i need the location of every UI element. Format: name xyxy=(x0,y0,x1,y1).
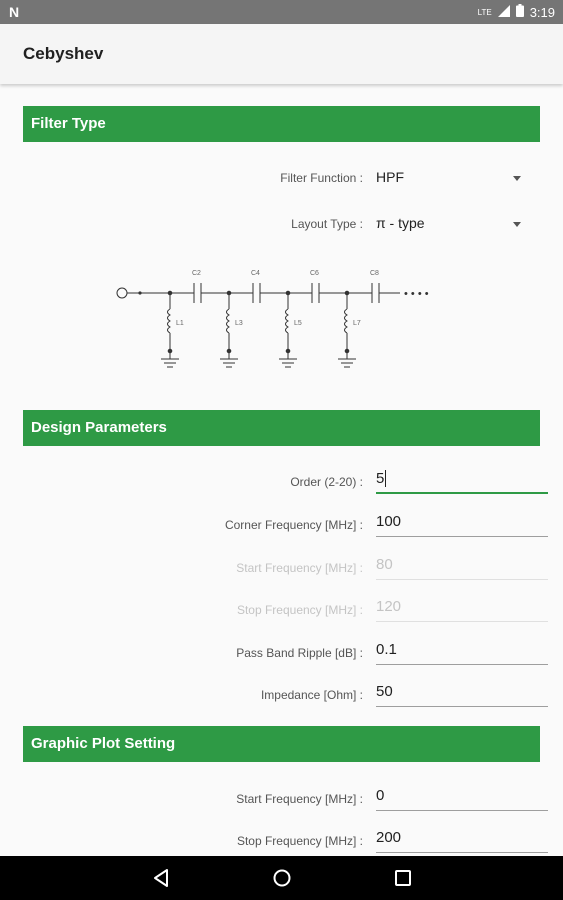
home-icon[interactable] xyxy=(272,868,292,893)
start-frequency-input: 80 xyxy=(376,554,548,580)
start-frequency-value: 80 xyxy=(376,556,393,573)
graphic-plot-header: Graphic Plot Setting xyxy=(23,726,540,762)
start-frequency-label: Start Frequency [MHz] : xyxy=(236,561,363,575)
plot-stop-frequency-input[interactable]: 200 xyxy=(376,827,548,853)
battery-icon xyxy=(515,4,524,20)
navigation-bar xyxy=(0,856,563,900)
filter-function-label: Filter Function : xyxy=(280,171,363,185)
layout-type-label: Layout Type : xyxy=(291,217,363,231)
chevron-down-icon xyxy=(513,176,521,181)
inductor-label: L7 xyxy=(353,320,361,327)
impedance-input[interactable]: 50 xyxy=(376,681,548,707)
impedance-label: Impedance [Ohm] : xyxy=(260,688,363,702)
status-bar: N LTE 3:19 xyxy=(0,0,563,24)
cap-label: C6 xyxy=(310,270,319,277)
plot-stop-frequency-value: 200 xyxy=(376,829,402,846)
plot-start-frequency-input[interactable]: 0 xyxy=(376,785,548,811)
pass-band-ripple-label: Pass Band Ripple [dB] : xyxy=(236,646,363,660)
order-input[interactable]: 5 xyxy=(376,468,548,494)
impedance-value: 50 xyxy=(376,683,393,700)
filter-function-value: HPF xyxy=(376,169,404,185)
clock: 3:19 xyxy=(529,4,555,20)
plot-start-frequency-label: Start Frequency [MHz] : xyxy=(236,792,363,806)
diagram-ellipsis: • • • • xyxy=(404,288,429,300)
text-cursor xyxy=(385,470,386,487)
circuit-diagram: C2 C4 C6 C8 L1 L3 L5 L7 • • • • xyxy=(116,270,429,368)
chevron-down-icon xyxy=(513,222,521,227)
pass-band-ripple-value: 0.1 xyxy=(376,641,397,658)
filter-function-dropdown[interactable]: HPF xyxy=(370,162,530,192)
pass-band-ripple-input[interactable]: 0.1 xyxy=(376,639,548,665)
notification-n-icon: N xyxy=(9,4,20,20)
inductor-label: L5 xyxy=(294,320,302,327)
inductor-label: L1 xyxy=(176,320,184,327)
signal-icon xyxy=(497,4,510,20)
plot-stop-frequency-label: Stop Frequency [MHz] : xyxy=(236,834,363,848)
main-content[interactable]: Filter Type Filter Function : HPF Layout… xyxy=(0,84,563,856)
stop-frequency-value: 120 xyxy=(376,598,402,615)
cap-label: C2 xyxy=(192,270,201,277)
design-parameters-header: Design Parameters xyxy=(23,410,540,446)
layout-type-dropdown[interactable]: π - type xyxy=(370,208,530,238)
back-icon[interactable] xyxy=(152,868,172,893)
layout-type-value: π - type xyxy=(376,215,425,231)
cap-label: C4 xyxy=(251,270,260,277)
app-bar: Cebyshev xyxy=(0,24,563,84)
recents-icon[interactable] xyxy=(393,868,413,893)
corner-frequency-label: Corner Frequency [MHz] : xyxy=(224,518,363,532)
app-title: Cebyshev xyxy=(23,44,104,63)
corner-frequency-input[interactable]: 100 xyxy=(376,511,548,537)
plot-start-frequency-value: 0 xyxy=(376,787,385,804)
stop-frequency-input: 120 xyxy=(376,596,548,622)
order-label: Order (2-20) : xyxy=(290,475,363,489)
order-value: 5 xyxy=(376,470,385,487)
lte-label: LTE xyxy=(477,7,492,17)
filter-type-header: Filter Type xyxy=(23,106,540,142)
inductor-label: L3 xyxy=(235,320,243,327)
corner-frequency-value: 100 xyxy=(376,513,402,530)
cap-label: C8 xyxy=(370,270,379,277)
stop-frequency-label: Stop Frequency [MHz] : xyxy=(236,603,363,617)
